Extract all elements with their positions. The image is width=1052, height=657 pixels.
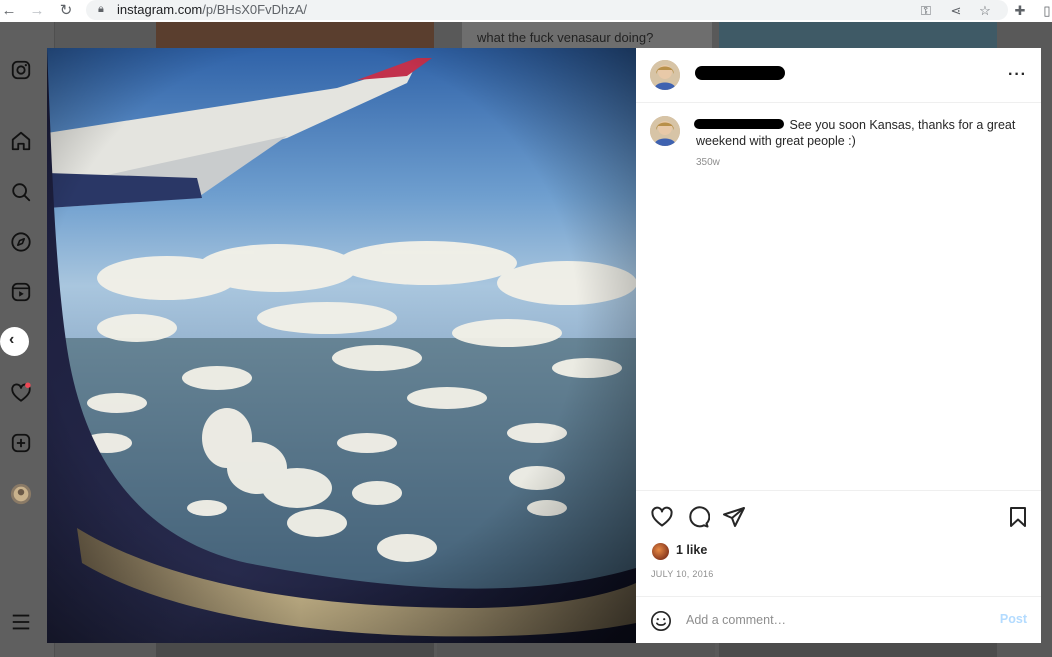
back-arrow-icon[interactable]: ← [0, 2, 18, 20]
key-icon[interactable]: ⚿ [918, 2, 934, 20]
side-panel-icon[interactable]: ▯ [1039, 2, 1052, 20]
more-dots-icon[interactable]: ··· [1008, 66, 1027, 84]
post-details-panel: ··· See you soon Kansas, thanks for a gr… [636, 48, 1041, 643]
address-bar[interactable]: 🔒︎ instagram.com/p/BHsX0FvDhzA/ ⚿ ⋖ ☆ [86, 0, 1008, 20]
post-header: ··· [636, 48, 1041, 103]
explore-icon[interactable] [10, 231, 32, 253]
liker-avatar [652, 543, 669, 560]
comment-bar: Post [636, 596, 1041, 643]
reels-icon[interactable] [10, 281, 32, 303]
create-post-icon[interactable] [10, 432, 32, 454]
post-comment-button[interactable]: Post [1000, 612, 1027, 626]
menu-icon[interactable] [10, 611, 32, 633]
background-tile [156, 22, 434, 48]
background-tile [437, 643, 715, 657]
background-caption: what the fuck venasaur doing? [477, 30, 654, 45]
likes-count[interactable]: 1 like [676, 543, 707, 557]
search-icon[interactable] [10, 181, 32, 203]
background-tile [719, 643, 997, 657]
background-tile [719, 22, 997, 48]
comment-input[interactable] [686, 609, 986, 631]
puzzle-icon[interactable]: ✚ [1012, 2, 1028, 20]
caption-author-avatar[interactable] [650, 116, 680, 146]
previous-post-button[interactable]: ‹ [0, 327, 29, 356]
bookmark-icon[interactable] [1006, 505, 1030, 529]
share-plane-icon[interactable] [722, 505, 746, 529]
forward-arrow-icon[interactable]: → [28, 2, 46, 20]
profile-avatar-icon[interactable] [10, 483, 32, 505]
url-text[interactable]: instagram.com/p/BHsX0FvDhzA/ [117, 2, 307, 17]
post-photo [47, 48, 636, 643]
reload-icon[interactable]: ↻ [57, 2, 75, 20]
caption-timestamp[interactable]: 350w [696, 157, 720, 168]
emoji-icon[interactable] [650, 610, 672, 632]
author-avatar[interactable] [650, 60, 680, 90]
post-actions: 1 like JULY 10, 2016 [636, 490, 1041, 598]
chevron-left-icon: ‹ [9, 331, 15, 348]
star-icon[interactable]: ☆ [977, 2, 993, 20]
redacted-username [695, 66, 785, 80]
notifications-heart-icon[interactable] [10, 382, 32, 404]
comment-bubble-icon[interactable] [686, 505, 710, 529]
share-icon[interactable]: ⋖ [948, 2, 964, 20]
instagram-logo-icon[interactable] [10, 59, 32, 81]
post-date: JULY 10, 2016 [651, 569, 714, 579]
browser-toolbar: ← → ↻ 🔒︎ instagram.com/p/BHsX0FvDhzA/ ⚿ … [0, 0, 1052, 22]
like-heart-icon[interactable] [650, 505, 674, 529]
background-tile [156, 643, 434, 657]
post-modal: ··· See you soon Kansas, thanks for a gr… [47, 48, 1041, 643]
home-icon[interactable] [10, 130, 32, 152]
redacted-caption-name [694, 119, 784, 129]
lock-icon: 🔒︎ [98, 3, 104, 15]
